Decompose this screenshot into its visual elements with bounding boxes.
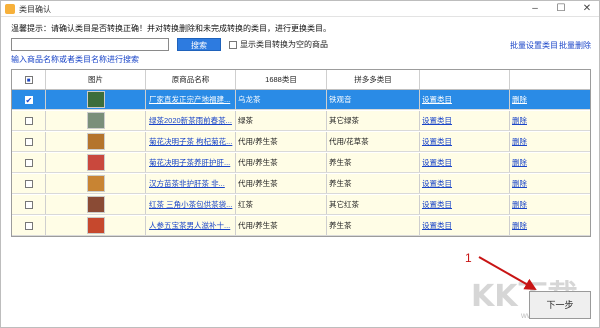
cat-1688-cell: 绿茶 bbox=[236, 111, 327, 130]
search-button[interactable]: 搜索 bbox=[177, 38, 221, 51]
row-checkbox[interactable]: ✔ bbox=[24, 95, 33, 105]
product-thumbnail bbox=[86, 175, 105, 192]
set-category-link[interactable]: 设置类目 bbox=[420, 111, 510, 130]
select-all-cell[interactable]: ■ bbox=[12, 70, 46, 89]
dialog-window: 类目确认 – ☐ ✕ 温馨提示：请确认类目是否转换正确！并对转换删除和未完成转换… bbox=[0, 0, 600, 328]
row-checkbox[interactable] bbox=[24, 137, 33, 146]
row-checkbox[interactable] bbox=[24, 179, 33, 188]
batch-delete-link[interactable]: 批量删除 bbox=[559, 40, 591, 51]
check-icon: ✔ bbox=[25, 95, 33, 105]
product-thumbnail bbox=[86, 217, 105, 234]
table-header: ■ 图片 原商品名称 1688类目 拼多多类目 bbox=[12, 70, 590, 90]
empty-category-label: 显示类目转换为空的商品 bbox=[240, 40, 328, 49]
empty-category-filter[interactable]: 显示类目转换为空的商品 bbox=[229, 39, 328, 50]
product-name-link[interactable]: 菊花决明子茶养肝护肝... bbox=[146, 153, 236, 172]
annotation-number: 1 bbox=[465, 251, 472, 265]
cat-pdd-cell: 养生茶 bbox=[327, 174, 420, 193]
cat-1688-cell: 代用/养生茶 bbox=[236, 174, 327, 193]
next-step-button[interactable]: 下一步 bbox=[529, 291, 591, 319]
cat-pdd-cell: 养生茶 bbox=[327, 153, 420, 172]
product-name-link[interactable]: 菊花决明子茶 枸杞菊花... bbox=[146, 132, 236, 151]
app-icon bbox=[5, 4, 15, 14]
table-row[interactable]: 菊花决明子茶养肝护肝... 代用/养生茶 养生茶 设置类目 删除 bbox=[12, 153, 590, 173]
delete-link[interactable]: 删除 bbox=[510, 174, 590, 193]
table-row[interactable]: 人参五宝茶男人滋补十... 代用/养生茶 养生茶 设置类目 删除 bbox=[12, 216, 590, 236]
table-row[interactable]: 汉方苗茶非护肝茶 非... 代用/养生茶 养生茶 设置类目 删除 bbox=[12, 174, 590, 194]
search-input[interactable] bbox=[11, 38, 169, 51]
cat-pdd-cell: 其它绿茶 bbox=[327, 111, 420, 130]
cat-1688-cell: 红茶 bbox=[236, 195, 327, 214]
header-1688-category: 1688类目 bbox=[236, 70, 327, 89]
product-thumbnail bbox=[86, 133, 105, 150]
close-icon[interactable]: ✕ bbox=[581, 3, 593, 15]
cat-1688-cell: 代用/养生茶 bbox=[236, 216, 327, 235]
hint-text: 温馨提示：请确认类目是否转换正确！并对转换删除和未完成转换的类目，进行更换类目。 bbox=[11, 24, 331, 33]
product-image-cell bbox=[46, 174, 146, 193]
table-row[interactable]: 菊花决明子茶 枸杞菊花... 代用/养生茶 代用/花草茶 设置类目 删除 bbox=[12, 132, 590, 152]
batch-set-category-link[interactable]: 批量设置类目 bbox=[510, 40, 558, 51]
product-thumbnail bbox=[86, 154, 105, 171]
row-checkbox[interactable] bbox=[24, 116, 33, 125]
product-image-cell bbox=[46, 153, 146, 172]
minimize-icon[interactable]: – bbox=[529, 3, 541, 15]
empty-category-checkbox[interactable] bbox=[229, 40, 237, 49]
title-bar: 类目确认 – ☐ ✕ bbox=[1, 1, 599, 17]
product-image-cell bbox=[46, 111, 146, 130]
cat-pdd-cell: 代用/花草茶 bbox=[327, 132, 420, 151]
table-row[interactable]: 绿茶2020新茶雨前春茶... 绿茶 其它绿茶 设置类目 删除 bbox=[12, 111, 590, 131]
product-thumbnail bbox=[86, 196, 105, 213]
row-select-cell[interactable]: ✔ bbox=[12, 90, 46, 109]
select-all-checkbox[interactable]: ■ bbox=[24, 75, 33, 84]
product-image-cell bbox=[46, 90, 146, 109]
product-name-link[interactable]: 厂家直发正宗产地福建... bbox=[146, 90, 236, 109]
row-select-cell[interactable] bbox=[12, 216, 46, 235]
row-select-cell[interactable] bbox=[12, 174, 46, 193]
delete-link[interactable]: 删除 bbox=[510, 111, 590, 130]
product-thumbnail bbox=[86, 112, 105, 129]
product-table: ■ 图片 原商品名称 1688类目 拼多多类目 ✔ 厂家直发正宗产地福建... … bbox=[11, 69, 591, 237]
row-select-cell[interactable] bbox=[12, 111, 46, 130]
set-category-link[interactable]: 设置类目 bbox=[420, 132, 510, 151]
header-name: 原商品名称 bbox=[146, 70, 236, 89]
cat-1688-cell: 乌龙茶 bbox=[236, 90, 327, 109]
row-checkbox[interactable] bbox=[24, 221, 33, 230]
cat-1688-cell: 代用/养生茶 bbox=[236, 153, 327, 172]
row-checkbox[interactable] bbox=[24, 158, 33, 167]
product-image-cell bbox=[46, 132, 146, 151]
row-checkbox[interactable] bbox=[24, 200, 33, 209]
product-image-cell bbox=[46, 195, 146, 214]
header-action bbox=[420, 70, 510, 89]
product-image-cell bbox=[46, 216, 146, 235]
product-name-link[interactable]: 人参五宝茶男人滋补十... bbox=[146, 216, 236, 235]
window-title: 类目确认 bbox=[19, 5, 51, 14]
product-thumbnail bbox=[86, 91, 105, 108]
header-image: 图片 bbox=[46, 70, 146, 89]
set-category-link[interactable]: 设置类目 bbox=[420, 174, 510, 193]
header-pdd-category: 拼多多类目 bbox=[327, 70, 420, 89]
row-select-cell[interactable] bbox=[12, 153, 46, 172]
set-category-link[interactable]: 设置类目 bbox=[420, 195, 510, 214]
delete-link[interactable]: 删除 bbox=[510, 90, 590, 109]
delete-link[interactable]: 删除 bbox=[510, 132, 590, 151]
product-name-link[interactable]: 汉方苗茶非护肝茶 非... bbox=[146, 174, 236, 193]
row-select-cell[interactable] bbox=[12, 195, 46, 214]
cat-pdd-cell: 其它红茶 bbox=[327, 195, 420, 214]
set-category-link[interactable]: 设置类目 bbox=[420, 90, 510, 109]
product-name-link[interactable]: 绿茶2020新茶雨前春茶... bbox=[146, 111, 236, 130]
delete-link[interactable]: 删除 bbox=[510, 216, 590, 235]
product-name-link[interactable]: 红茶 三角小茶包供茶袋... bbox=[146, 195, 236, 214]
delete-link[interactable]: 删除 bbox=[510, 153, 590, 172]
cat-pdd-cell: 养生茶 bbox=[327, 216, 420, 235]
search-hint: 输入商品名称或者类目名称进行搜索 bbox=[11, 55, 139, 64]
set-category-link[interactable]: 设置类目 bbox=[420, 216, 510, 235]
table-row[interactable]: 红茶 三角小茶包供茶袋... 红茶 其它红茶 设置类目 删除 bbox=[12, 195, 590, 215]
cat-pdd-cell: 铁观音 bbox=[327, 90, 420, 109]
cat-1688-cell: 代用/养生茶 bbox=[236, 132, 327, 151]
delete-link[interactable]: 删除 bbox=[510, 195, 590, 214]
set-category-link[interactable]: 设置类目 bbox=[420, 153, 510, 172]
row-select-cell[interactable] bbox=[12, 132, 46, 151]
table-row[interactable]: ✔ 厂家直发正宗产地福建... 乌龙茶 铁观音 设置类目 删除 bbox=[12, 90, 590, 110]
maximize-icon[interactable]: ☐ bbox=[555, 3, 567, 15]
header-delete bbox=[510, 70, 590, 89]
